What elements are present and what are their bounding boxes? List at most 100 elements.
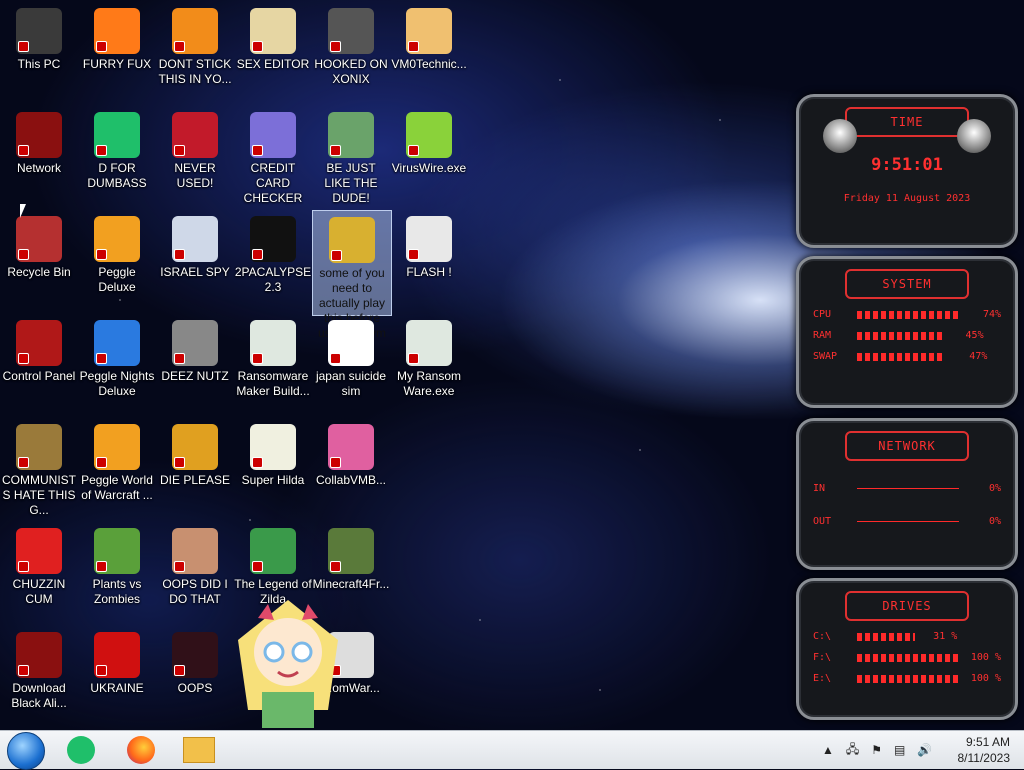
desktop-icon[interactable]: NEVER USED! — [156, 106, 234, 210]
desktop-icon[interactable]: some of you need to actually play this b… — [312, 210, 392, 340]
desktop-icon-label: Super Hilda — [241, 473, 305, 487]
desktop-icon[interactable]: Recycle Bin — [0, 210, 78, 314]
money-bag-icon — [16, 424, 62, 470]
shortcut-arrow-icon — [96, 249, 107, 260]
desktop-icon[interactable]: DIE PLEASE — [156, 418, 234, 522]
app-window-icon — [406, 320, 452, 366]
desktop-icon[interactable]: FURRY FUX — [78, 2, 156, 106]
widget-header: SYSTEM — [845, 269, 969, 299]
green-doc-icon[interactable] — [64, 735, 98, 765]
chuzzle-icon — [16, 528, 62, 574]
ethernet-icon[interactable]: ▤ — [894, 743, 905, 757]
desktop-icon[interactable]: VM0Technic... — [390, 2, 468, 106]
desktop-icon-label: Peggle Nights Deluxe — [79, 369, 155, 398]
shortcut-arrow-icon — [330, 145, 341, 156]
chevron-up-icon[interactable]: ▲ — [822, 743, 834, 757]
shortcut-arrow-icon — [174, 457, 185, 468]
row-bar — [857, 352, 946, 361]
desktop-icon[interactable]: Peggle World of Warcraft ... — [78, 418, 156, 522]
desktop-icon[interactable]: DEEZ NUTZ — [156, 314, 234, 418]
zelda-icon — [250, 528, 296, 574]
desktop-icon[interactable]: Peggle Deluxe — [78, 210, 156, 314]
volume-icon[interactable]: 🔊 — [917, 743, 932, 757]
shortcut-arrow-icon — [252, 561, 263, 572]
desktop-icon[interactable]: BE JUST LIKE THE DUDE! — [312, 106, 390, 210]
network-share-icon[interactable]: 🖧 — [846, 740, 859, 761]
row-value: 31 % — [933, 631, 958, 642]
desktop-icon[interactable]: This PC — [0, 2, 78, 106]
desktop-icon[interactable]: Ransomware Maker Build... — [234, 314, 312, 418]
desktop-icon[interactable]: japan suicide sim — [312, 314, 390, 418]
desktop-icon[interactable]: Download Black Ali... — [0, 626, 78, 730]
network-spy-icon — [172, 216, 218, 262]
row-value: 74% — [982, 309, 1001, 320]
desktop-icon-label: CollabVMB... — [315, 473, 387, 487]
desktop-icon[interactable]: VirusWire.exe — [390, 106, 468, 210]
desktop-icon-label: BE JUST LIKE THE DUDE! — [324, 161, 378, 205]
row-value: 100 % — [970, 652, 1001, 663]
peggle-wow-icon — [94, 424, 140, 470]
desktop-icon-label: FLASH ! — [406, 265, 452, 279]
row-label: F:\ — [813, 652, 832, 663]
traffic-cone-icon — [172, 8, 218, 54]
shortcut-arrow-icon — [96, 457, 107, 468]
desktop-icon[interactable]: Network — [0, 106, 78, 210]
shortcut-arrow-icon — [174, 249, 185, 260]
firefox-icon — [94, 8, 140, 54]
desktop-icon[interactable]: My Ransom Ware.exe — [390, 314, 468, 418]
desktop-icon-label: 2PACALYPSE 2.3 — [234, 265, 312, 294]
desktop-icon-label: FURRY FUX — [82, 57, 152, 71]
desktop-icon[interactable]: OOPS DID I DO THAT — [156, 522, 234, 626]
desktop-icon[interactable]: Peggle Nights Deluxe — [78, 314, 156, 418]
desktop-icon[interactable]: HOOKED ON XONIX — [312, 2, 390, 106]
desktop-icon[interactable]: SEX EDITOR — [234, 2, 312, 106]
desktop-icon[interactable]: 2PACALYPSE 2.3 — [234, 210, 312, 314]
row-label: IN — [813, 483, 826, 494]
widget-row: OUT 0% — [813, 516, 1001, 527]
desktop-area[interactable]: This PC FURRY FUX DONT STICK THIS IN YO...… — [0, 0, 780, 728]
row-label: C:\ — [813, 631, 832, 642]
desktop-icon-label: D FOR DUMBASS — [87, 161, 147, 190]
desktop-icon[interactable]: UKRAINE — [78, 626, 156, 730]
row-value: 45% — [965, 330, 984, 341]
de-icon — [172, 424, 218, 470]
flag-icon[interactable]: ⚑ — [871, 743, 882, 757]
widget-header: TIME — [845, 107, 969, 137]
desktop-icon[interactable]: OOPS — [156, 626, 234, 730]
shortcut-arrow-icon — [408, 145, 419, 156]
desktop-icon[interactable]: DONT STICK THIS IN YO... — [156, 2, 234, 106]
minecraft-icon — [328, 528, 374, 574]
desktop-icon[interactable]: FLASH ! — [390, 210, 468, 314]
file-explorer-icon[interactable] — [182, 735, 216, 765]
desktop-icon-label: OOPS DID I DO THAT — [162, 577, 228, 606]
devcpp-icon — [172, 112, 218, 158]
desktop-icon-label: DONT STICK THIS IN YO... — [158, 57, 232, 86]
row-label: CPU — [813, 309, 832, 320]
widget-header: NETWORK — [845, 431, 969, 461]
desktop-icon-label: CREDIT CARD CHECKER — [243, 161, 303, 205]
desktop-icon[interactable]: CREDIT CARD CHECKER — [234, 106, 312, 210]
desktop-icon-label: VirusWire.exe — [391, 161, 467, 175]
shortcut-arrow-icon — [252, 353, 263, 364]
desktop-icon[interactable]: CollabVMB... — [312, 418, 390, 522]
desktop-icon-label: Download Black Ali... — [11, 681, 67, 710]
taskbar-clock[interactable]: 9:51 AM 8/11/2023 — [958, 734, 1011, 766]
desktop-icon[interactable]: Plants vs Zombies — [78, 522, 156, 626]
shortcut-arrow-icon — [330, 353, 341, 364]
desktop-icon-label: VM0Technic... — [391, 57, 467, 71]
shortcut-arrow-icon — [331, 250, 342, 261]
desktop-icon[interactable]: ISRAEL SPY — [156, 210, 234, 314]
desktop-icon-label: This PC — [17, 57, 61, 71]
desktop-icon[interactable]: D FOR DUMBASS — [78, 106, 156, 210]
desktop-icon-label: Network — [16, 161, 61, 175]
shortcut-arrow-icon — [18, 145, 29, 156]
alien-network-icon — [16, 112, 62, 158]
start-orb-icon[interactable] — [7, 732, 45, 770]
firefox-icon[interactable] — [124, 735, 158, 765]
row-value: 0% — [988, 483, 1001, 494]
desktop-icon[interactable]: Super Hilda — [234, 418, 312, 522]
desktop-icon[interactable]: Control Panel — [0, 314, 78, 418]
desktop-icon[interactable]: CHUZZIN CUM — [0, 522, 78, 626]
desktop-icon[interactable]: COMMUNISTS HATE THIS G... — [0, 418, 78, 522]
shortcut-arrow-icon — [408, 249, 419, 260]
